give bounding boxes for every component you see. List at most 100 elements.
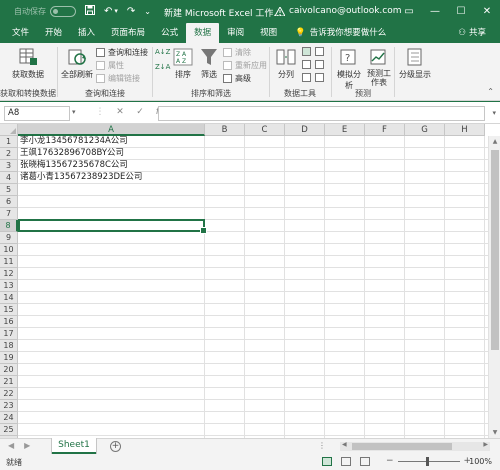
sort-za-icon[interactable]: Z↓A [155,63,170,71]
properties-button[interactable]: 属性 [96,60,124,71]
advanced-button[interactable]: 高级 [223,73,251,84]
close-icon[interactable]: ✕ [474,0,500,23]
row-header[interactable]: 2 [0,148,18,160]
tab-3[interactable]: 页面布局 [103,23,153,43]
queries-connections-button[interactable]: 查询和连接 [96,47,148,58]
horizontal-scroll-thumb[interactable] [352,443,452,450]
tab-5[interactable]: 数据 [186,23,220,43]
outline-button[interactable]: 分级显示 [397,47,433,80]
zoom-out-button[interactable]: − [386,456,394,466]
get-data-button[interactable]: 获取数据 [3,47,53,80]
column-header[interactable]: F [365,124,405,136]
column-header[interactable]: C [245,124,285,136]
forecast-sheet-button[interactable]: 预测工作表 [366,47,392,87]
data-model-icon[interactable] [315,73,327,82]
undo-icon[interactable]: ↶ [104,6,112,17]
edit-links-button[interactable]: 编辑链接 [96,73,140,84]
column-header[interactable]: H [445,124,485,136]
refresh-all-button[interactable]: 全部刷新 [59,47,95,80]
scroll-left-icon[interactable]: ◀ [342,441,347,448]
selected-cell[interactable] [18,219,207,234]
row-header[interactable]: 1 [0,136,18,148]
row-header[interactable]: 19 [0,352,18,364]
row-header[interactable]: 6 [0,196,18,208]
name-box-dropdown-icon[interactable]: ▾ [72,108,76,116]
horizontal-scrollbar[interactable]: ◀ ▶ [340,441,490,451]
enter-formula-button[interactable]: ✓ [130,107,150,117]
what-if-button[interactable]: ? 模拟分析 [334,47,364,91]
row-header[interactable]: 8 [0,220,18,232]
column-header[interactable]: G [405,124,445,136]
row-header[interactable]: 17 [0,328,18,340]
row-header[interactable]: 10 [0,244,18,256]
add-sheet-button[interactable]: + [110,441,121,452]
column-header[interactable]: B [205,124,245,136]
account-area[interactable]: caivolcano@outlook.com [274,5,402,16]
zoom-slider[interactable] [397,456,460,466]
reapply-button[interactable]: 重新应用 [223,60,267,71]
row-header[interactable]: 7 [0,208,18,220]
row-header[interactable]: 25 [0,424,18,436]
ribbon-display-icon[interactable]: ▭ [396,0,422,23]
tab-6[interactable]: 审阅 [219,23,252,43]
tell-me-search[interactable]: 💡 告诉我你想要做什么 [295,23,386,43]
cell-a1[interactable]: 李小龙13456781234A公司 [20,136,128,147]
row-header[interactable]: 3 [0,160,18,172]
row-header[interactable]: 4 [0,172,18,184]
row-header[interactable]: 16 [0,316,18,328]
scroll-up-icon[interactable]: ▲ [489,138,500,145]
tab-4[interactable]: 公式 [153,23,186,43]
row-header[interactable]: 5 [0,184,18,196]
row-header[interactable]: 23 [0,400,18,412]
page-break-view-icon[interactable] [360,457,370,466]
scroll-right-icon[interactable]: ▶ [483,441,488,448]
remove-duplicates-icon[interactable] [302,60,314,69]
vertical-scroll-thumb[interactable] [491,150,499,350]
vertical-scrollbar[interactable]: ▲ ▼ [488,136,500,438]
row-header[interactable]: 24 [0,412,18,424]
text-to-columns-button[interactable]: 分列 [274,47,298,80]
row-header[interactable]: 13 [0,280,18,292]
customize-toolbar-icon[interactable]: ⌄ [144,7,151,16]
page-layout-view-icon[interactable] [341,457,351,466]
autosave-switch[interactable] [50,6,76,17]
next-sheet-icon[interactable]: ▶ [24,441,30,450]
column-header[interactable]: D [285,124,325,136]
sheet-tab[interactable]: Sheet1 [52,438,96,454]
row-header[interactable]: 18 [0,340,18,352]
row-header[interactable]: 15 [0,304,18,316]
undo-dropdown-icon[interactable]: ▾ [114,8,118,15]
row-header[interactable]: 22 [0,388,18,400]
select-all-button[interactable] [0,124,18,136]
cell-a2[interactable]: 王飒17632896708BY公司 [20,148,124,159]
cell-a3[interactable]: 张晓梅13567235678C公司 [20,160,128,171]
filter-button[interactable]: 筛选 [197,47,221,80]
row-header[interactable]: 9 [0,232,18,244]
prev-sheet-icon[interactable]: ◀ [8,441,14,450]
tab-2[interactable]: 插入 [70,23,103,43]
tab-split-handle[interactable]: ⋮ [318,441,326,450]
tab-0[interactable]: 文件 [4,23,37,43]
data-validation-icon[interactable] [302,73,314,82]
maximize-icon[interactable]: ☐ [448,0,474,23]
name-box[interactable]: A8 [4,106,70,121]
autosave-toggle[interactable]: 自动保存 [14,6,76,17]
zoom-level[interactable]: 100% [469,457,492,466]
scroll-down-icon[interactable]: ▼ [489,429,500,436]
row-header[interactable]: 12 [0,268,18,280]
clear-button[interactable]: 清除 [223,47,251,58]
minimize-icon[interactable]: — [422,0,448,23]
sort-az-icon[interactable]: A↓Z [155,48,170,56]
row-header[interactable]: 21 [0,376,18,388]
save-icon[interactable] [85,5,95,18]
expand-formula-icon[interactable]: ▾ [492,109,496,117]
row-header[interactable]: 14 [0,292,18,304]
sort-button[interactable]: Z AA Z 排序 [171,47,195,80]
formula-input[interactable] [158,106,485,121]
column-header[interactable]: A [18,124,205,136]
normal-view-icon[interactable] [322,457,332,466]
row-header[interactable]: 20 [0,364,18,376]
collapse-ribbon-icon[interactable]: ⌃ [487,87,494,96]
redo-icon[interactable]: ↷ [127,6,135,17]
relationships-icon[interactable] [315,60,327,69]
